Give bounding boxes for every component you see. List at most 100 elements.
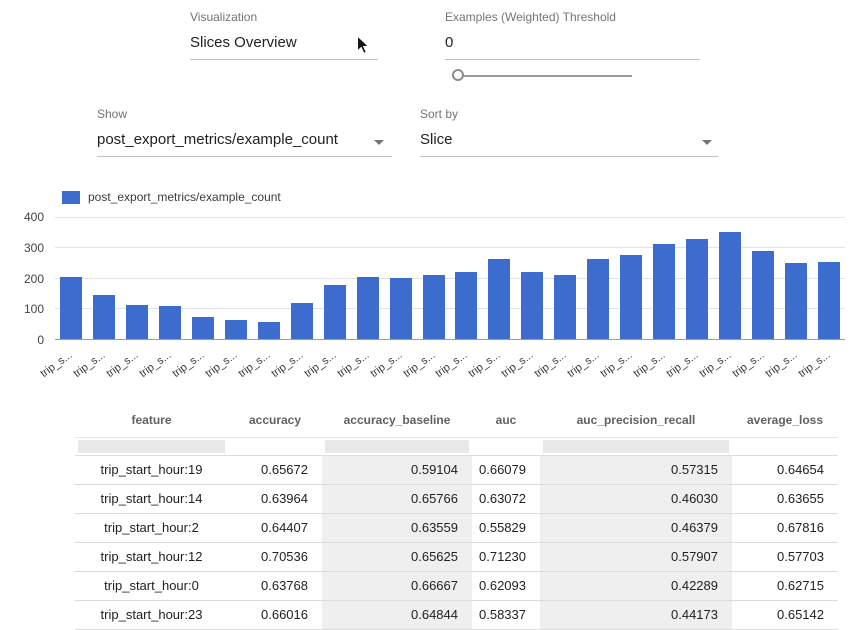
table-header-row: featureaccuracyaccuracy_baselineaucauc_p… (75, 404, 838, 437)
chart-bar[interactable] (620, 255, 642, 340)
chart-bar[interactable] (587, 259, 609, 340)
cell-accuracy_baseline: 0.64844 (322, 600, 472, 629)
threshold-value: 0 (445, 34, 453, 51)
cell-average_loss: 0.65142 (732, 600, 838, 629)
y-axis-tick-label: 0 (37, 333, 44, 347)
chart-bar[interactable] (126, 305, 148, 340)
chart-bar[interactable] (159, 306, 181, 340)
chevron-down-icon (374, 140, 384, 145)
chart-bar[interactable] (192, 317, 214, 340)
cell-auc: 0.66079 (472, 455, 540, 484)
gridline (55, 217, 845, 218)
filter-input-auc[interactable] (475, 440, 537, 453)
cell-feature: trip_start_hour:12 (75, 542, 228, 571)
column-header-feature[interactable]: feature (75, 404, 228, 437)
cell-feature: trip_start_hour:14 (75, 484, 228, 513)
chart-bar[interactable] (521, 272, 543, 340)
slider-track[interactable] (452, 75, 632, 77)
chart-bar[interactable] (423, 275, 445, 340)
column-header-auc[interactable]: auc (472, 404, 540, 437)
threshold-label: Examples (Weighted) Threshold (445, 10, 700, 24)
table-row: trip_start_hour:00.637680.666670.620930.… (75, 571, 838, 600)
chart-bar[interactable] (93, 295, 115, 340)
show-dropdown[interactable]: post_export_metrics/example_count (97, 128, 392, 157)
x-axis-line (55, 339, 845, 340)
chart-bar[interactable] (488, 259, 510, 340)
filter-input-average_loss[interactable] (735, 440, 835, 453)
sort-by-value: Slice (420, 131, 453, 148)
table-row: trip_start_hour:140.639640.657660.630720… (75, 484, 838, 513)
filter-input-auc_precision_recall[interactable] (543, 440, 729, 453)
visualization-dropdown[interactable]: Slices Overview (190, 31, 378, 60)
chart-bar[interactable] (455, 272, 477, 340)
cell-average_loss: 0.67816 (732, 513, 838, 542)
show-control: Show post_export_metrics/example_count (97, 107, 392, 157)
chart-bar[interactable] (554, 275, 576, 340)
cell-accuracy: 0.63768 (228, 571, 322, 600)
filter-cell (472, 437, 540, 455)
threshold-slider[interactable] (452, 69, 632, 83)
chart-bar[interactable] (686, 239, 708, 340)
y-axis-tick-label: 100 (24, 302, 44, 316)
cell-auc_precision_recall: 0.57907 (540, 542, 732, 571)
chart-bar[interactable] (653, 244, 675, 340)
cell-accuracy: 0.65672 (228, 455, 322, 484)
show-label: Show (97, 107, 392, 121)
filter-input-feature[interactable] (78, 440, 225, 453)
filter-input-accuracy_baseline[interactable] (325, 440, 469, 453)
filter-cell (322, 437, 472, 455)
cell-feature: trip_start_hour:19 (75, 455, 228, 484)
cell-auc: 0.62093 (472, 571, 540, 600)
chart-bar[interactable] (752, 251, 774, 340)
filter-input-accuracy[interactable] (231, 440, 319, 453)
chevron-down-icon (702, 140, 712, 145)
cell-auc_precision_recall: 0.46030 (540, 484, 732, 513)
chart-bar[interactable] (785, 263, 807, 340)
chart-bar[interactable] (258, 322, 280, 340)
column-header-average_loss[interactable]: average_loss (732, 404, 838, 437)
chart-bar[interactable] (60, 277, 82, 340)
cell-auc_precision_recall: 0.44173 (540, 600, 732, 629)
y-axis-tick-label: 400 (24, 210, 44, 224)
metrics-table: featureaccuracyaccuracy_baselineaucauc_p… (75, 404, 838, 630)
cell-auc: 0.63072 (472, 484, 540, 513)
cell-auc: 0.71230 (472, 542, 540, 571)
chart-legend: post_export_metrics/example_count (62, 190, 281, 204)
y-axis-tick-label: 300 (24, 241, 44, 255)
slider-thumb[interactable] (452, 69, 464, 81)
chart-bar[interactable] (291, 303, 313, 341)
column-header-auc_precision_recall[interactable]: auc_precision_recall (540, 404, 732, 437)
visualization-label: Visualization (190, 10, 378, 24)
table-row: trip_start_hour:20.644070.635590.55829 0.… (75, 513, 838, 542)
cell-feature: trip_start_hour:23 (75, 600, 228, 629)
chart-bar[interactable] (324, 285, 346, 340)
column-header-accuracy[interactable]: accuracy (228, 404, 322, 437)
filter-cell (732, 437, 838, 455)
chart-bar[interactable] (719, 232, 741, 340)
cell-accuracy_baseline: 0.63559 (322, 513, 472, 542)
chevron-down-icon (356, 43, 366, 48)
cell-feature: trip_start_hour:2 (75, 513, 228, 542)
cell-accuracy: 0.64407 (228, 513, 322, 542)
threshold-input[interactable]: 0 (445, 31, 700, 60)
filter-cell (540, 437, 732, 455)
cell-average_loss: 0.64654 (732, 455, 838, 484)
chart-bar[interactable] (357, 277, 379, 340)
legend-label: post_export_metrics/example_count (88, 190, 281, 204)
cell-auc: 0.55829 (472, 513, 540, 542)
cell-feature: trip_start_hour:0 (75, 571, 228, 600)
threshold-control: Examples (Weighted) Threshold 0 (445, 10, 700, 60)
cell-accuracy_baseline: 0.66667 (322, 571, 472, 600)
sort-by-label: Sort by (420, 107, 718, 121)
sort-by-dropdown[interactable]: Slice (420, 128, 718, 157)
legend-swatch (62, 191, 80, 204)
chart-plot (55, 217, 845, 340)
cell-accuracy: 0.66016 (228, 600, 322, 629)
cell-auc_precision_recall: 0.57315 (540, 455, 732, 484)
chart-bar[interactable] (390, 278, 412, 340)
cell-accuracy_baseline: 0.65766 (322, 484, 472, 513)
visualization-value: Slices Overview (190, 34, 297, 51)
chart-bar[interactable] (225, 320, 247, 340)
column-header-accuracy_baseline[interactable]: accuracy_baseline (322, 404, 472, 437)
chart-bar[interactable] (818, 262, 840, 340)
